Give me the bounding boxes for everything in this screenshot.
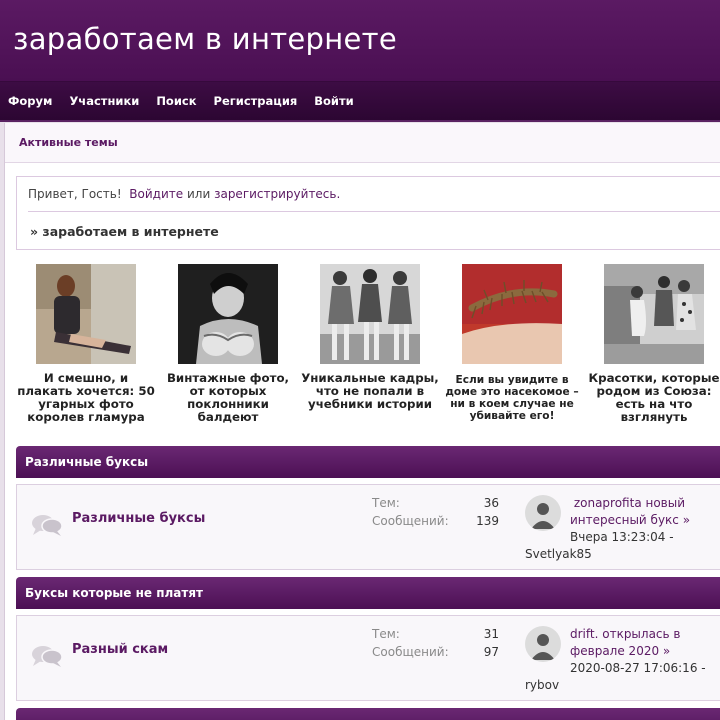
breadcrumb: Активные темы: [5, 123, 720, 163]
category-header[interactable]: [16, 708, 720, 720]
forum-name[interactable]: Различные буксы: [72, 511, 205, 526]
category-title[interactable]: Различные буксы: [25, 455, 148, 469]
speech-bubbles-icon: [32, 646, 63, 667]
topics-label: Тем:: [372, 496, 400, 510]
main-nav: Форум Участники Поиск Регистрация Войти: [0, 82, 720, 122]
teaser-image[interactable]: [320, 264, 420, 364]
forum-row: Разный скам Тем: 31 Сообщений: 97 drift.…: [16, 615, 720, 701]
teaser-card[interactable]: Красотки, которые родом из Союза: есть н…: [584, 264, 720, 424]
topics-count: 36: [483, 496, 499, 510]
last-post-link[interactable]: zonaprofita новый интересный букс »: [570, 495, 720, 529]
teaser-caption[interactable]: И смешно, и плакать хочется: 50 угарных …: [16, 372, 156, 424]
go-arrow-icon[interactable]: »: [683, 513, 690, 527]
active-topics-link[interactable]: Активные темы: [19, 136, 118, 149]
posts-count: 139: [476, 514, 499, 528]
posts-count: 97: [483, 645, 499, 659]
forum-row: Различные буксы Тем: 36 Сообщений: 139 z…: [16, 484, 720, 570]
teaser-caption[interactable]: Красотки, которые родом из Союза: есть н…: [584, 372, 720, 424]
nav-register[interactable]: Регистрация: [214, 94, 298, 108]
forum-name[interactable]: Разный скам: [72, 642, 168, 657]
teaser-caption[interactable]: Винтажные фото, от которых поклонники ба…: [158, 372, 298, 424]
speech-bubbles-icon: [32, 515, 63, 536]
nav-members[interactable]: Участники: [69, 94, 139, 108]
or-text: или: [186, 187, 211, 201]
posts-label: Сообщений:: [372, 514, 449, 528]
teaser-card[interactable]: Если вы увидите в доме это насекомое – н…: [442, 264, 582, 422]
welcome-line: Привет, Гость! Войдите или зарегистрируй…: [28, 187, 340, 201]
last-post-user[interactable]: Svetlyak85: [525, 546, 592, 563]
site-title[interactable]: заработаем в интернете: [13, 22, 397, 56]
content-wrapper: Активные темы Привет, Гость! Войдите или…: [4, 123, 720, 720]
nav-search[interactable]: Поиск: [156, 94, 196, 108]
user-avatar-icon[interactable]: [525, 626, 561, 662]
teaser-image[interactable]: [178, 264, 278, 364]
teaser-row: И смешно, и плакать хочется: 50 угарных …: [5, 264, 720, 434]
teaser-image[interactable]: [604, 264, 704, 364]
teaser-card[interactable]: Уникальные кадры, что не попали в учебни…: [300, 264, 440, 411]
topics-label: Тем:: [372, 627, 400, 641]
topics-count: 31: [483, 627, 499, 641]
category-title[interactable]: Буксы которые не платят: [25, 586, 203, 600]
last-post-user[interactable]: rybov: [525, 677, 559, 694]
nav-login[interactable]: Войти: [314, 94, 353, 108]
user-avatar-icon[interactable]: [525, 495, 561, 531]
go-arrow-icon[interactable]: »: [663, 644, 670, 658]
last-post-time: 2020-08-27 17:06:16 -: [570, 661, 706, 675]
welcome-box: Привет, Гость! Войдите или зарегистрируй…: [16, 176, 720, 250]
last-post-link[interactable]: drift. открылась в феврале 2020 »: [570, 626, 720, 660]
teaser-image[interactable]: [462, 264, 562, 364]
nav-forum[interactable]: Форум: [8, 94, 52, 108]
site-header: заработаем в интернете: [0, 0, 720, 82]
divider: [28, 211, 720, 212]
category-header[interactable]: Буксы которые не платят: [16, 577, 720, 609]
teaser-caption[interactable]: Если вы увидите в доме это насекомое – н…: [442, 374, 582, 422]
greeting-text: Привет, Гость!: [28, 187, 122, 201]
last-post-title[interactable]: zonaprofita новый интересный букс: [570, 496, 685, 527]
login-link[interactable]: Войдите: [129, 187, 183, 201]
register-link[interactable]: зарегистрируйтесь.: [214, 187, 340, 201]
teaser-card[interactable]: И смешно, и плакать хочется: 50 угарных …: [16, 264, 156, 424]
forum-title[interactable]: » заработаем в интернете: [30, 224, 219, 239]
teaser-card[interactable]: Винтажные фото, от которых поклонники ба…: [158, 264, 298, 424]
teaser-image[interactable]: [36, 264, 136, 364]
last-post-time: Вчера 13:23:04 -: [570, 530, 674, 544]
teaser-caption[interactable]: Уникальные кадры, что не попали в учебни…: [300, 372, 440, 411]
category-header[interactable]: Различные буксы: [16, 446, 720, 478]
posts-label: Сообщений:: [372, 645, 449, 659]
